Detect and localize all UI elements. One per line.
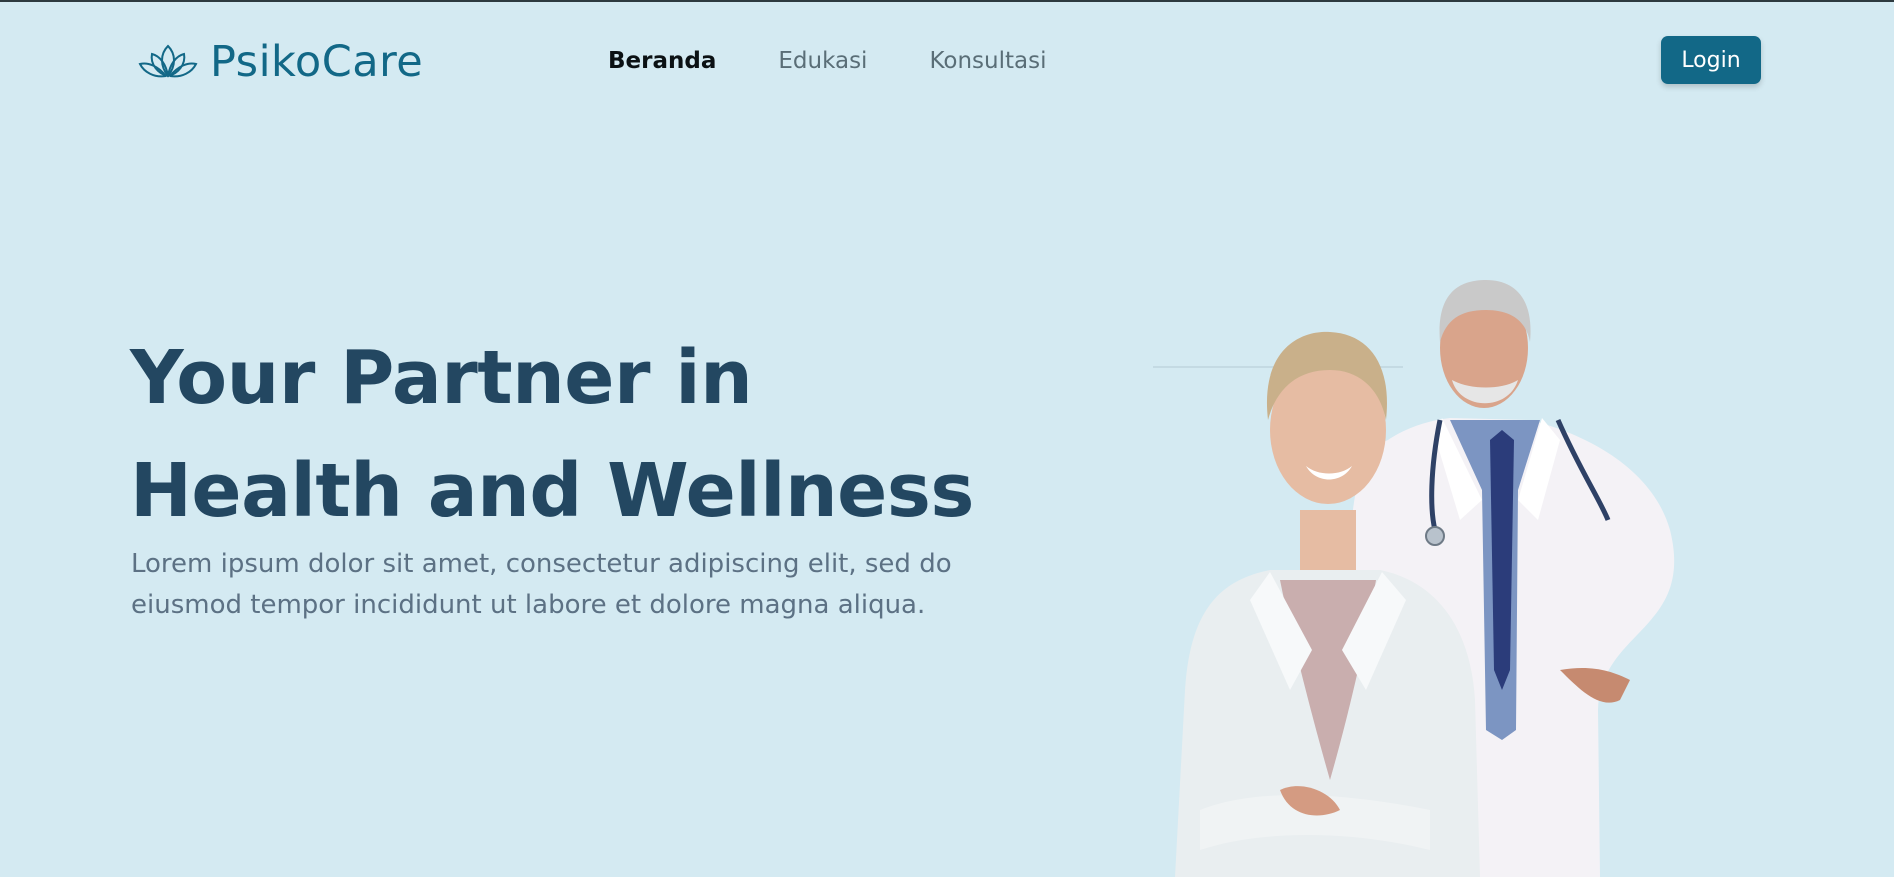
nav-link-konsultasi[interactable]: Konsultasi [929, 46, 1046, 76]
hero-description: Lorem ipsum dolor sit amet, consectetur … [131, 549, 952, 620]
doctors-illustration [1175, 280, 1675, 877]
female-doctor-figure [1175, 331, 1480, 877]
nav-link-edukasi[interactable]: Edukasi [778, 46, 867, 76]
login-button[interactable]: Login [1661, 36, 1761, 84]
main-nav: Beranda Edukasi Konsultasi [608, 46, 1108, 76]
hero-title: Your Partner in Health and Wellness [130, 322, 1030, 548]
hero-title-line1: Your Partner in [130, 335, 753, 421]
hero-title-line2: Health and Wellness [130, 448, 974, 534]
nav-link-beranda[interactable]: Beranda [608, 46, 716, 76]
brand-name: PsikoCare [210, 37, 424, 87]
brand-logo-link[interactable]: PsikoCare [138, 38, 423, 86]
navbar: PsikoCare Beranda Edukasi Konsultasi Log… [0, 2, 1894, 118]
lotus-icon [138, 44, 198, 78]
